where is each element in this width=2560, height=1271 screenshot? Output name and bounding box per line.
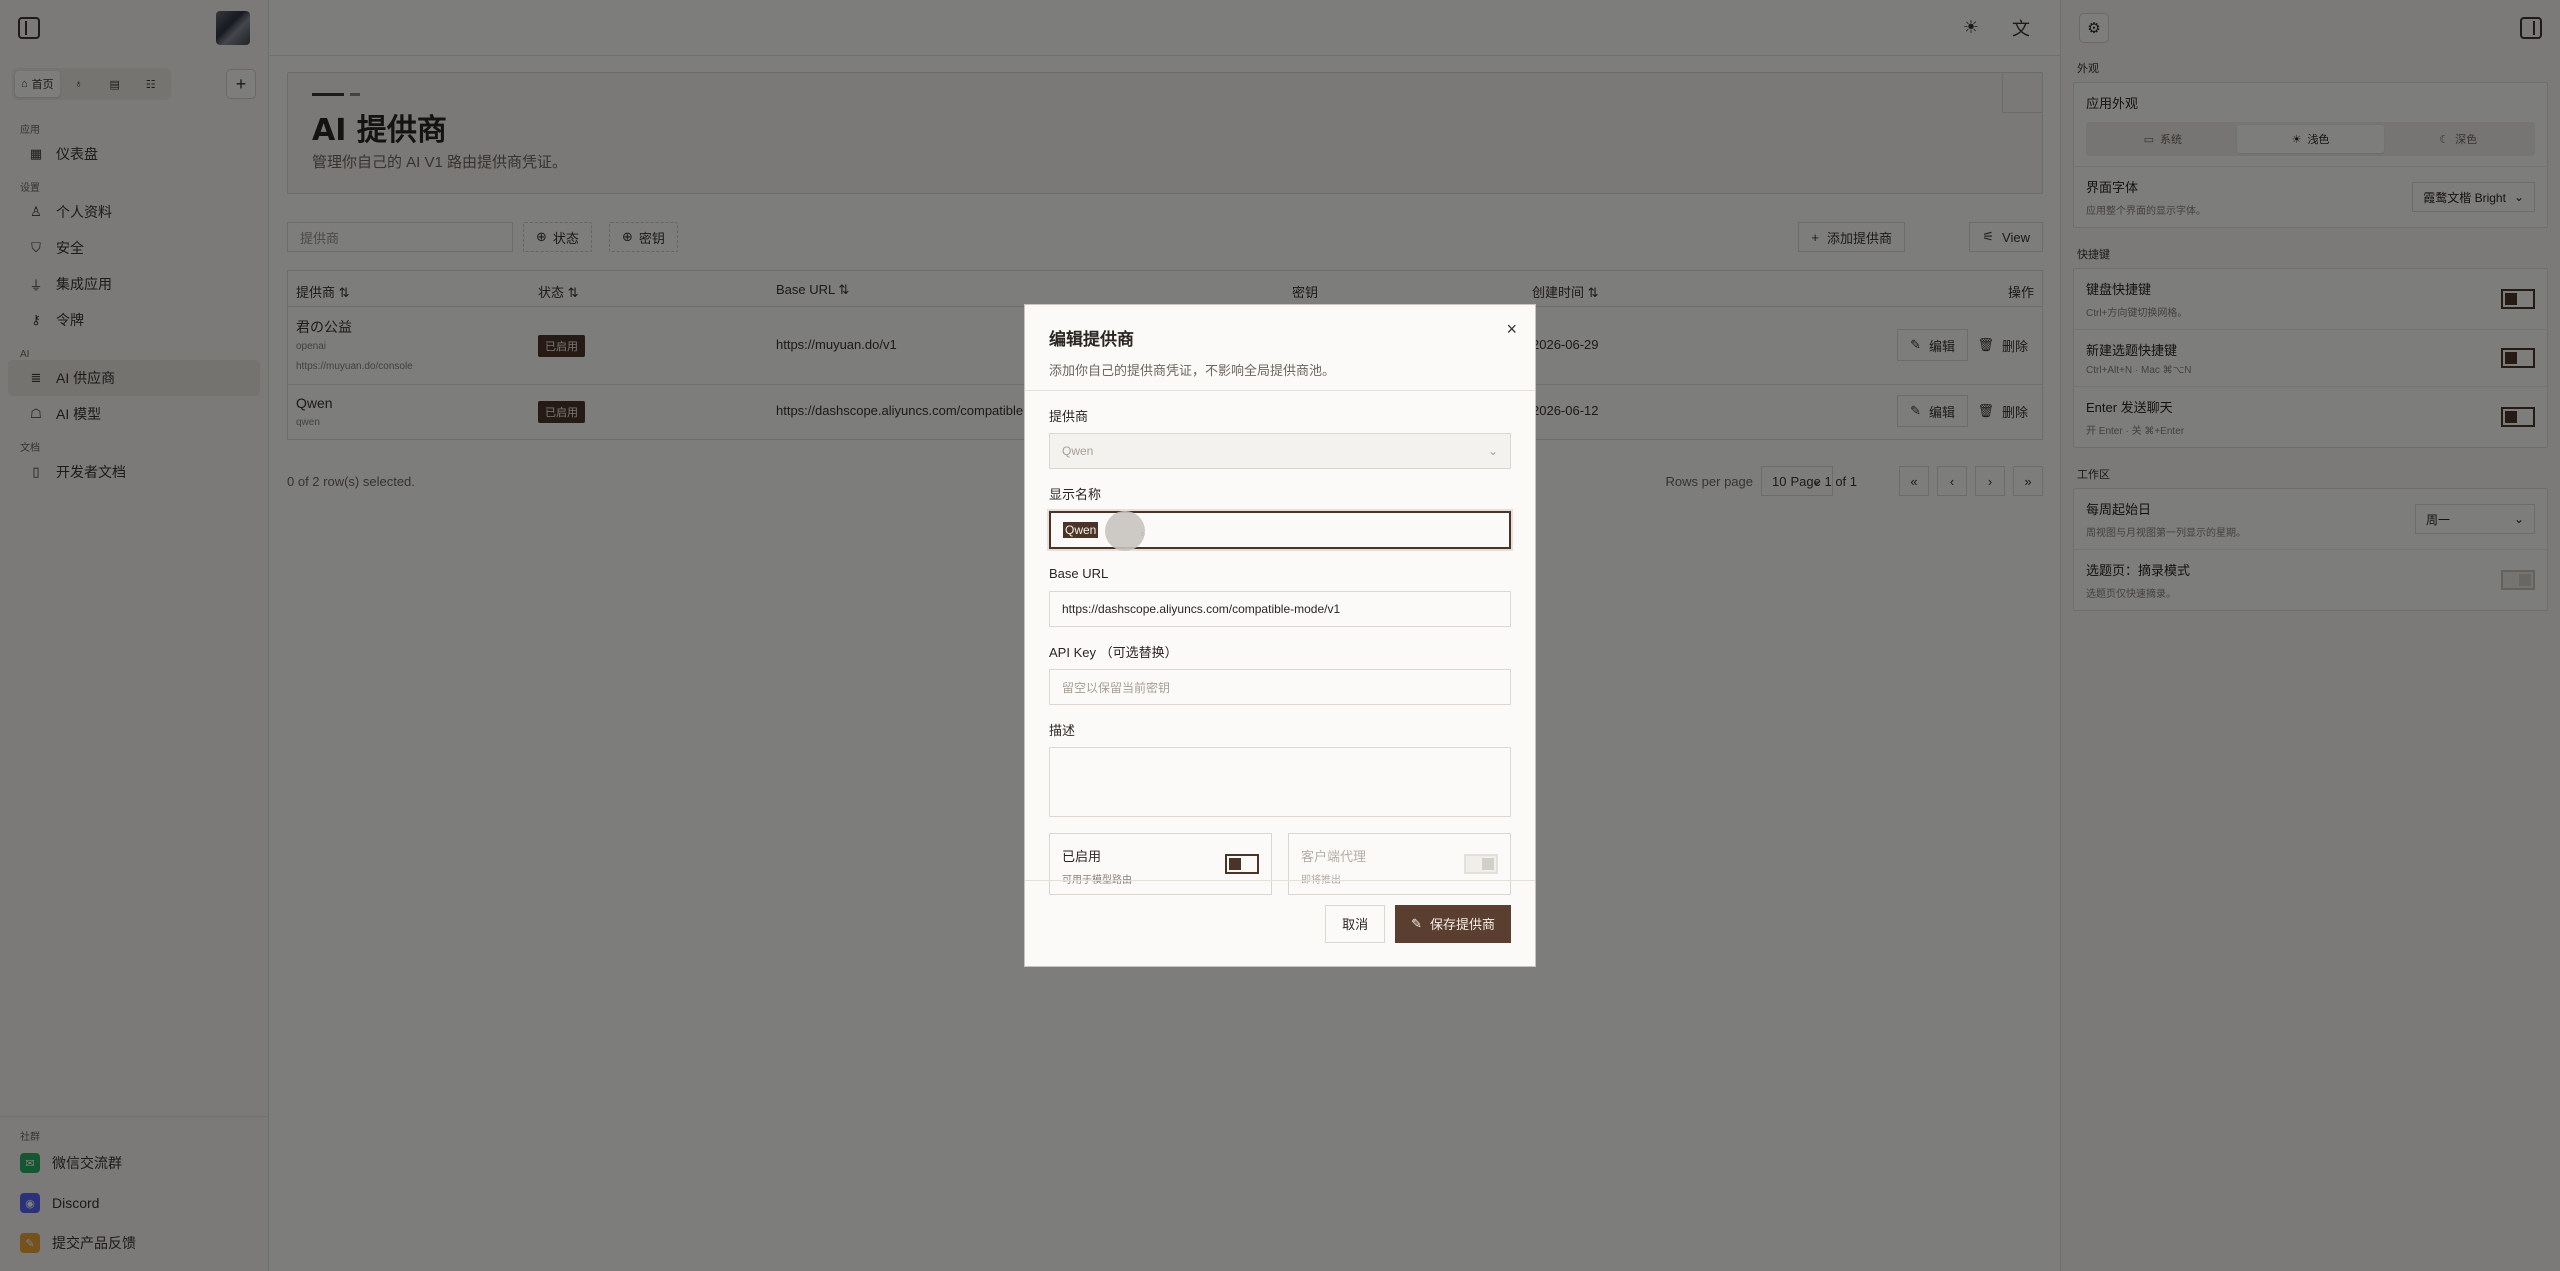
provider-select: Qwen ⌄	[1049, 433, 1511, 469]
api-key-placeholder: 留空以保留当前密钥	[1062, 680, 1171, 695]
chevron-down-icon: ⌄	[1487, 444, 1498, 458]
api-key-field: API Key （可选替换） 留空以保留当前密钥	[1049, 641, 1511, 705]
save-label: 保存提供商	[1429, 917, 1495, 932]
dialog-title: 编辑提供商	[1049, 330, 1134, 349]
display-name-label: 显示名称	[1049, 486, 1102, 502]
close-icon[interactable]: ×	[1506, 319, 1517, 340]
pencil-icon: ✎	[1411, 915, 1422, 931]
base-url-field: Base URL https://dashscope.aliyuncs.com/…	[1049, 563, 1511, 627]
selected-text: Qwen	[1063, 522, 1099, 538]
dialog-header: 编辑提供商 添加你自己的提供商凭证，不影响全局提供商池。 ×	[1025, 305, 1535, 391]
edit-provider-dialog: 编辑提供商 添加你自己的提供商凭证，不影响全局提供商池。 × 提供商 Qwen …	[1024, 304, 1536, 967]
description-label: 描述	[1049, 722, 1076, 738]
dialog-body: 提供商 Qwen ⌄ 显示名称 Qwen 。 Base URL https://…	[1025, 391, 1535, 895]
save-provider-button[interactable]: ✎ 保存提供商	[1395, 904, 1511, 943]
display-name-input[interactable]: Qwen 。	[1047, 509, 1513, 551]
api-key-label: API Key （可选替换）	[1049, 644, 1178, 660]
provider-label: 提供商	[1049, 408, 1089, 424]
base-url-value: https://dashscope.aliyuncs.com/compatibl…	[1062, 602, 1341, 616]
display-name-field: 显示名称 Qwen 。	[1047, 483, 1513, 551]
client-proxy-toggle	[1464, 854, 1498, 874]
provider-field: 提供商 Qwen ⌄	[1049, 405, 1511, 469]
cancel-label: 取消	[1342, 917, 1369, 932]
base-url-input[interactable]: https://dashscope.aliyuncs.com/compatibl…	[1049, 591, 1511, 627]
api-key-input[interactable]: 留空以保留当前密钥	[1049, 669, 1511, 705]
base-url-label: Base URL	[1049, 565, 1109, 581]
dialog-description: 添加你自己的提供商凭证，不影响全局提供商池。	[1049, 363, 1336, 378]
enabled-toggle[interactable]	[1225, 854, 1259, 874]
cancel-button[interactable]: 取消	[1325, 904, 1386, 943]
description-textarea[interactable]	[1049, 747, 1511, 817]
provider-select-value: Qwen	[1062, 444, 1094, 458]
dialog-footer: 取消 ✎ 保存提供商	[1025, 880, 1535, 966]
pointer-cursor	[1105, 511, 1145, 551]
description-field: 描述	[1049, 719, 1511, 817]
